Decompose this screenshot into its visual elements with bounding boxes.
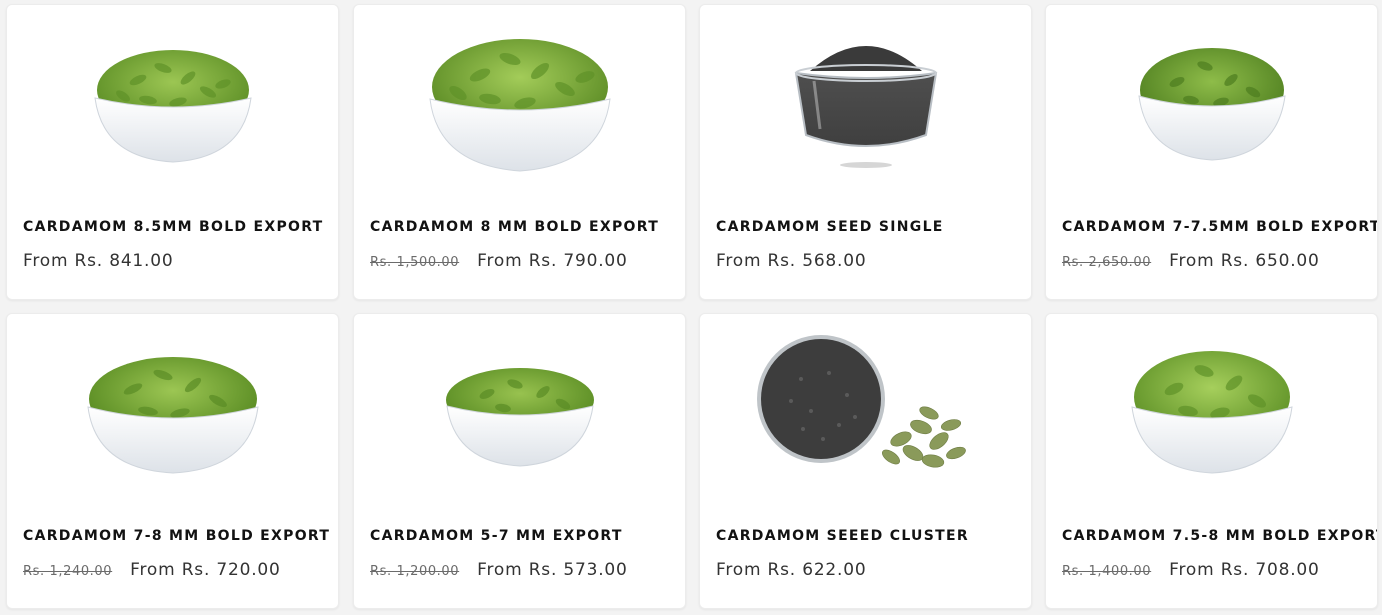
compare-at-price: Rs. 2,650.00 bbox=[1062, 255, 1152, 270]
green-cardamom-bowl-image bbox=[93, 50, 252, 163]
product-image[interactable] bbox=[7, 5, 338, 195]
product-card-2[interactable]: CARDAMOM 8 MM BOLD EXPORT Rs. 1,500.00 F… bbox=[353, 4, 686, 300]
product-card-1[interactable]: CARDAMOM 8.5MM BOLD EXPORT From Rs. 841.… bbox=[6, 4, 339, 300]
price-row: From Rs. 841.00 bbox=[23, 251, 173, 271]
price-row: Rs. 1,240.00 From Rs. 720.00 bbox=[23, 560, 281, 580]
product-title[interactable]: CARDAMOM 8 MM BOLD EXPORT bbox=[370, 219, 659, 235]
product-price: From Rs. 841.00 bbox=[23, 251, 174, 271]
product-title[interactable]: CARDAMOM 5-7 MM EXPORT bbox=[370, 528, 623, 544]
product-price: From Rs. 720.00 bbox=[130, 560, 281, 580]
compare-at-price: Rs. 1,500.00 bbox=[370, 255, 460, 270]
product-image[interactable] bbox=[7, 314, 338, 504]
product-image[interactable] bbox=[700, 5, 1031, 195]
price-row: Rs. 2,650.00 From Rs. 650.00 bbox=[1062, 251, 1320, 271]
price-row: Rs. 1,400.00 From Rs. 708.00 bbox=[1062, 560, 1320, 580]
product-card-8[interactable]: CARDAMOM 7.5-8 MM BOLD EXPORT Rs. 1,400.… bbox=[1045, 313, 1378, 609]
product-price: From Rs. 790.00 bbox=[477, 251, 628, 271]
compare-at-price: Rs. 1,240.00 bbox=[23, 564, 113, 579]
green-cardamom-bowl-image bbox=[1137, 48, 1286, 161]
product-price: From Rs. 622.00 bbox=[716, 560, 867, 580]
product-title[interactable]: CARDAMOM SEED SINGLE bbox=[716, 219, 944, 235]
product-card-6[interactable]: CARDAMOM 5-7 MM EXPORT Rs. 1,200.00 From… bbox=[353, 313, 686, 609]
cardamom-seeds-glass-bowl-image bbox=[794, 46, 937, 168]
product-card-7[interactable]: CARDAMOM SEEED CLUSTER From Rs. 622.00 bbox=[699, 313, 1032, 609]
product-title[interactable]: CARDAMOM 7.5-8 MM BOLD EXPORT bbox=[1062, 528, 1377, 544]
product-price: From Rs. 650.00 bbox=[1169, 251, 1320, 271]
product-card-4[interactable]: CARDAMOM 7-7.5MM BOLD EXPORT Rs. 2,650.0… bbox=[1045, 4, 1378, 300]
product-title[interactable]: CARDAMOM 7-8 MM BOLD EXPORT bbox=[23, 528, 330, 544]
price-row: From Rs. 622.00 bbox=[716, 560, 866, 580]
product-image[interactable] bbox=[700, 314, 1031, 504]
product-title[interactable]: CARDAMOM SEEED CLUSTER bbox=[716, 528, 969, 544]
product-image[interactable] bbox=[354, 5, 685, 195]
product-image[interactable] bbox=[354, 314, 685, 504]
product-title[interactable]: CARDAMOM 8.5MM BOLD EXPORT bbox=[23, 219, 324, 235]
price-row: Rs. 1,500.00 From Rs. 790.00 bbox=[370, 251, 628, 271]
product-price: From Rs. 708.00 bbox=[1169, 560, 1320, 580]
green-cardamom-bowl-image bbox=[86, 357, 259, 474]
green-cardamom-bowl-image bbox=[445, 368, 594, 467]
price-row: Rs. 1,200.00 From Rs. 573.00 bbox=[370, 560, 628, 580]
product-grid: CARDAMOM 8.5MM BOLD EXPORT From Rs. 841.… bbox=[0, 0, 1382, 615]
green-cardamom-bowl-image bbox=[1130, 351, 1293, 474]
seed-dish-with-pods-image bbox=[756, 335, 966, 468]
compare-at-price: Rs. 1,400.00 bbox=[1062, 564, 1152, 579]
product-title[interactable]: CARDAMOM 7-7.5MM BOLD EXPORT bbox=[1062, 219, 1377, 235]
product-price: From Rs. 568.00 bbox=[716, 251, 867, 271]
compare-at-price: Rs. 1,200.00 bbox=[370, 564, 460, 579]
product-image[interactable] bbox=[1046, 314, 1377, 504]
price-row: From Rs. 568.00 bbox=[716, 251, 866, 271]
product-image[interactable] bbox=[1046, 5, 1377, 195]
product-card-3[interactable]: CARDAMOM SEED SINGLE From Rs. 568.00 bbox=[699, 4, 1032, 300]
green-cardamom-bowl-image bbox=[428, 39, 611, 172]
product-price: From Rs. 573.00 bbox=[477, 560, 628, 580]
product-card-5[interactable]: CARDAMOM 7-8 MM BOLD EXPORT Rs. 1,240.00… bbox=[6, 313, 339, 609]
